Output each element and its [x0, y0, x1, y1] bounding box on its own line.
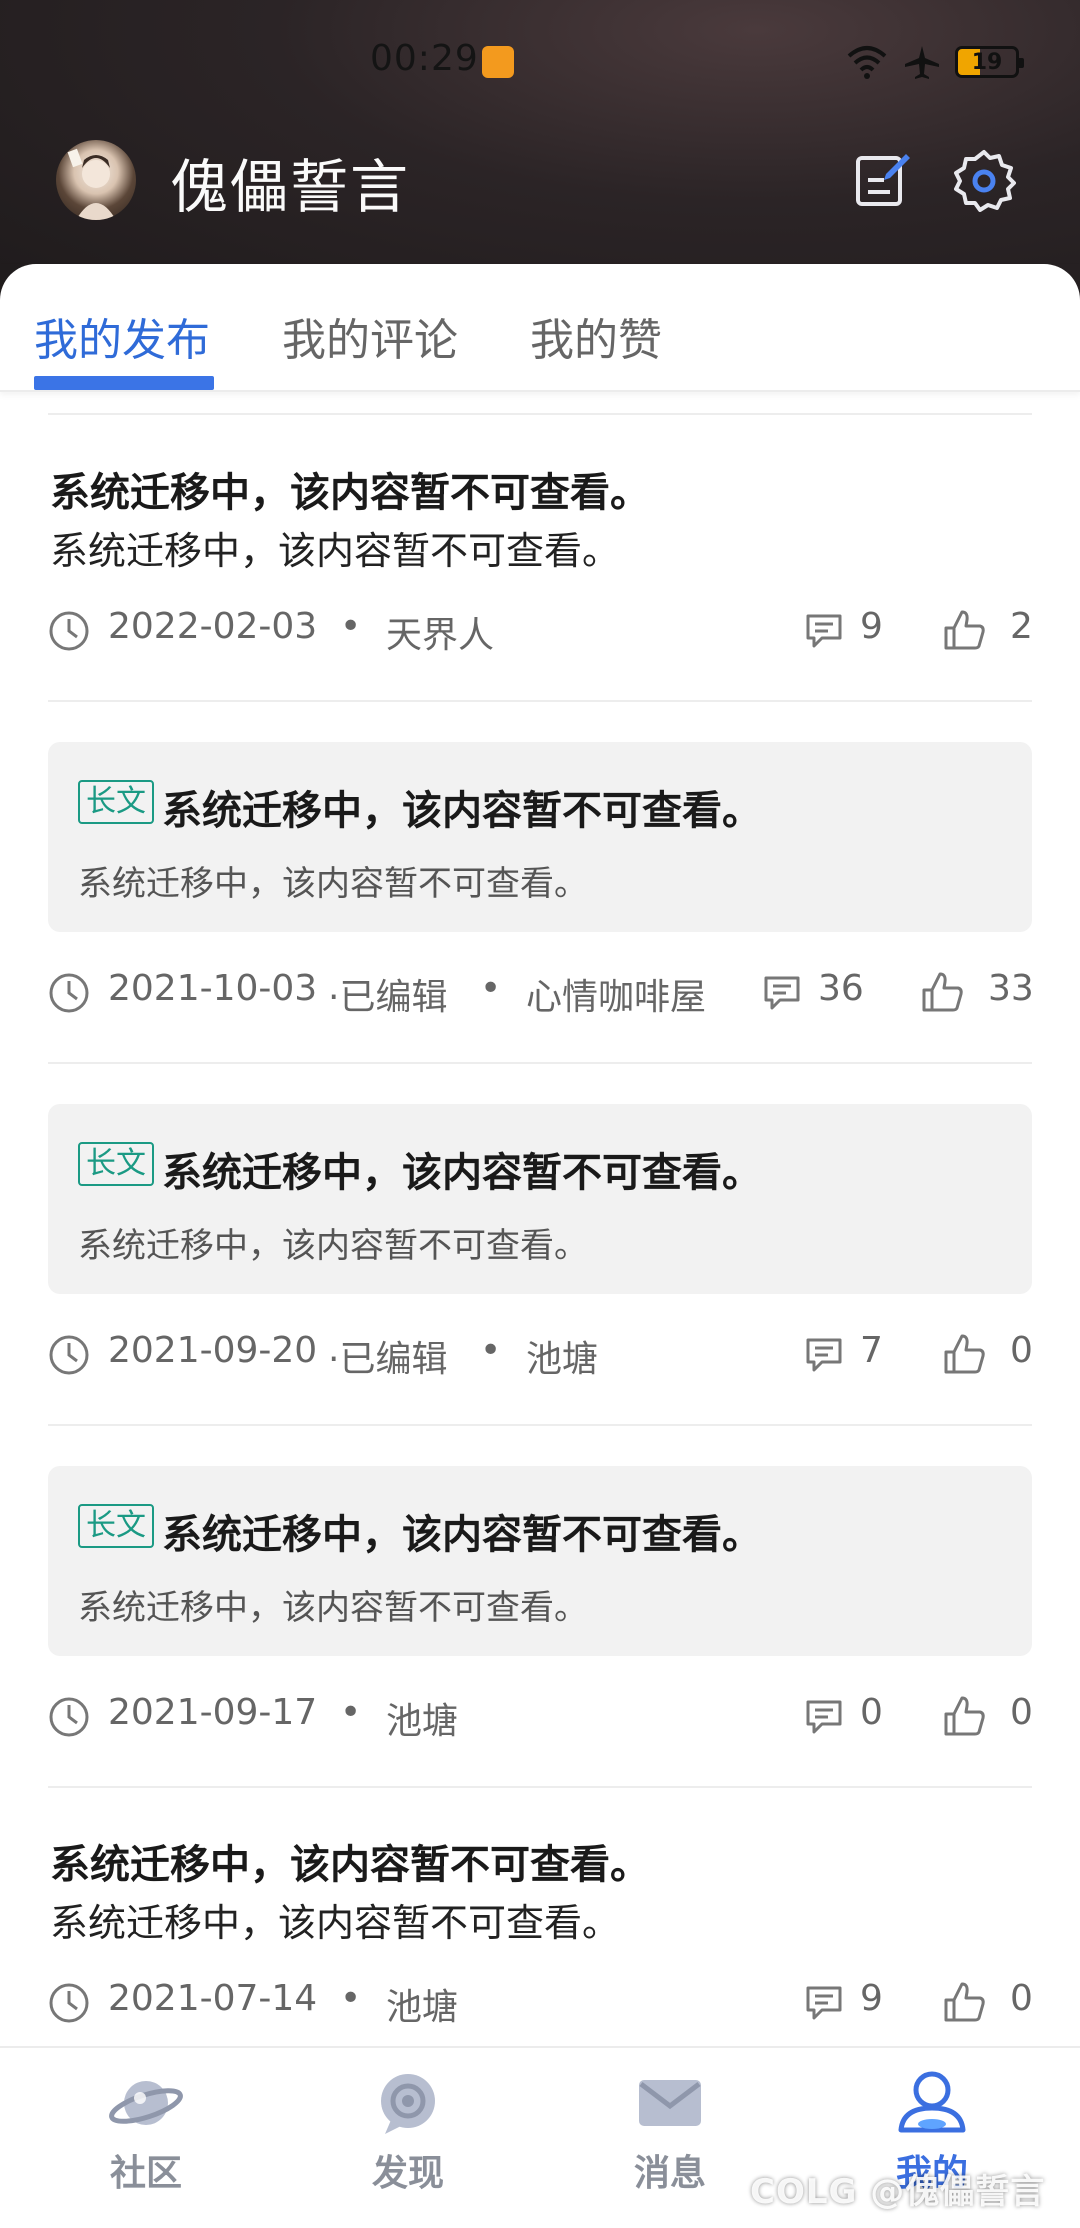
- long-post-preview[interactable]: 长文 系统迁移中，该内容暂不可查看。 系统迁移中，该内容暂不可查看。: [48, 742, 1032, 932]
- profile-icon: [898, 2071, 966, 2133]
- post-body: 系统迁移中，该内容暂不可查看。: [50, 1901, 621, 1945]
- status-time: 00:29: [370, 38, 479, 79]
- avatar[interactable]: [56, 140, 136, 220]
- divider: [48, 413, 1032, 415]
- post-meta: 2021-10-03 ·已编辑 • 心情咖啡屋 36 33: [48, 968, 1034, 1020]
- post-date: 2021-09-17: [108, 1692, 318, 1733]
- post-meta: 2021-09-17 • 池塘 0 0: [48, 1692, 1033, 1744]
- like-icon[interactable]: [942, 608, 986, 652]
- notification-app-icon: [482, 46, 514, 78]
- nav-messages[interactable]: 消息: [600, 2068, 740, 2196]
- post-meta: 2021-09-20 ·已编辑 • 池塘 7 0: [48, 1330, 1033, 1382]
- nav-label: 发现: [371, 2153, 444, 2194]
- long-post-tag: 长文: [78, 1142, 154, 1186]
- like-count: 2: [1010, 606, 1033, 647]
- post-meta: 2021-07-14 • 池塘 9 0: [48, 1978, 1033, 2030]
- post-title: 系统迁移中，该内容暂不可查看。: [50, 470, 650, 516]
- nav-community[interactable]: 社区: [76, 2068, 216, 2196]
- post-title: 系统迁移中，该内容暂不可查看。: [50, 1842, 650, 1888]
- clock-icon: [49, 1697, 89, 1737]
- battery-indicator: 19: [955, 46, 1024, 78]
- discover-icon: [381, 2074, 435, 2134]
- post-meta: 2022-02-03 • 天界人 9 2: [48, 606, 1033, 658]
- post-body: 系统迁移中，该内容暂不可查看。: [78, 864, 588, 904]
- mail-icon: [639, 2080, 701, 2126]
- long-post-preview[interactable]: 长文 系统迁移中，该内容暂不可查看。 系统迁移中，该内容暂不可查看。: [48, 1466, 1032, 1656]
- meta-dot: •: [340, 1692, 362, 1733]
- post-title: 系统迁移中，该内容暂不可查看。: [162, 1512, 762, 1558]
- post-title: 系统迁移中，该内容暂不可查看。: [162, 1150, 762, 1196]
- like-count: 33: [988, 968, 1034, 1009]
- nav-label: 社区: [109, 2153, 182, 2194]
- airplane-mode-icon: [905, 46, 939, 79]
- post-body: 系统迁移中，该内容暂不可查看。: [78, 1226, 588, 1266]
- long-post-tag: 长文: [78, 1504, 154, 1548]
- edited-label: ·已编辑: [328, 1339, 448, 1380]
- divider: [48, 1786, 1032, 1788]
- meta-dot: •: [340, 606, 362, 647]
- like-icon[interactable]: [920, 970, 964, 1014]
- long-post-tag: 长文: [78, 780, 154, 824]
- clock-icon: [49, 973, 89, 1013]
- post-board[interactable]: 池塘: [386, 1978, 458, 2030]
- nav-label: 消息: [633, 2153, 706, 2194]
- divider: [48, 1062, 1032, 1064]
- comment-count: 9: [860, 606, 883, 647]
- clock-icon: [49, 1983, 89, 2023]
- post-body: 系统迁移中，该内容暂不可查看。: [50, 529, 621, 573]
- clock-icon: [49, 1335, 89, 1375]
- post-board[interactable]: 心情咖啡屋: [526, 968, 706, 1020]
- meta-dot: •: [480, 968, 502, 1009]
- tab-my-comments[interactable]: 我的评论: [282, 304, 458, 368]
- watermark: COLG @傀儡誓言: [750, 2172, 1046, 2212]
- wifi-icon: [847, 46, 887, 79]
- like-icon[interactable]: [942, 1694, 986, 1738]
- post-date: 2021-10-03: [108, 968, 318, 1009]
- like-icon[interactable]: [942, 1980, 986, 2024]
- avatar-image: [67, 148, 116, 220]
- comment-count: 36: [818, 968, 864, 1009]
- edited-label: ·已编辑: [328, 977, 448, 1018]
- post-board[interactable]: 天界人: [386, 606, 494, 658]
- comment-icon: [806, 1986, 842, 2020]
- planet-icon: [109, 2081, 183, 2125]
- comment-icon: [764, 976, 800, 1010]
- comment-count: 0: [860, 1692, 883, 1733]
- like-icon[interactable]: [942, 1332, 986, 1376]
- tab-my-likes[interactable]: 我的赞: [530, 304, 662, 368]
- like-count: 0: [1010, 1978, 1033, 2019]
- edit-icon[interactable]: [850, 148, 914, 212]
- like-count: 0: [1010, 1330, 1033, 1371]
- tab-my-posts[interactable]: 我的发布: [34, 304, 210, 368]
- meta-dot: •: [480, 1330, 502, 1371]
- nav-discover[interactable]: 发现: [338, 2068, 478, 2196]
- divider: [48, 700, 1032, 702]
- long-post-preview[interactable]: 长文 系统迁移中，该内容暂不可查看。 系统迁移中，该内容暂不可查看。: [48, 1104, 1032, 1294]
- tab-active-indicator: [34, 376, 214, 390]
- post-board[interactable]: 池塘: [526, 1330, 598, 1382]
- divider: [48, 1424, 1032, 1426]
- post-board[interactable]: 池塘: [386, 1692, 458, 1744]
- status-bar: 00:29 19: [0, 38, 1080, 88]
- profile-header: 00:29 19 傀儡誓言: [0, 0, 1080, 300]
- post-date: 2021-09-20: [108, 1330, 318, 1371]
- comment-icon: [806, 1700, 842, 1734]
- status-indicators: 19: [845, 42, 1024, 82]
- user-name: 傀儡誓言: [170, 153, 411, 221]
- settings-icon[interactable]: [952, 148, 1016, 212]
- clock-icon: [49, 611, 89, 651]
- like-count: 0: [1010, 1692, 1033, 1733]
- post-body: 系统迁移中，该内容暂不可查看。: [78, 1588, 588, 1628]
- post-title: 系统迁移中，该内容暂不可查看。: [162, 788, 762, 834]
- comment-count: 7: [860, 1330, 883, 1371]
- post-date: 2021-07-14: [108, 1978, 318, 2019]
- comment-count: 9: [860, 1978, 883, 2019]
- post-date: 2022-02-03: [108, 606, 318, 647]
- tab-bar: 我的发布 我的评论 我的赞: [0, 264, 1080, 392]
- meta-dot: •: [340, 1978, 362, 2019]
- battery-level: 19: [971, 49, 1003, 75]
- comment-icon: [806, 1338, 842, 1372]
- comment-icon: [806, 614, 842, 648]
